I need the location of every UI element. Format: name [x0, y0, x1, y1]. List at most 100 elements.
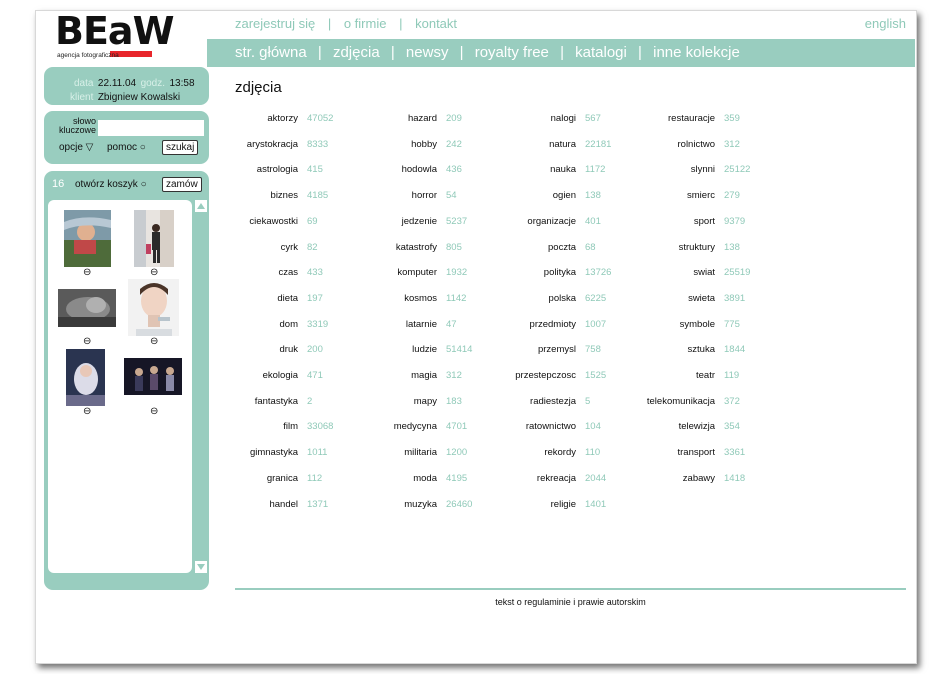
category-link[interactable]: ciekawostki — [198, 216, 298, 227]
category-link[interactable]: ludzie — [337, 344, 437, 355]
scroll-down-icon[interactable] — [195, 561, 207, 573]
nav-home[interactable]: str. główna — [235, 44, 307, 61]
category-count: 119 — [724, 370, 740, 381]
category-link[interactable]: restauracje — [615, 113, 715, 124]
nav-royalty-free[interactable]: royalty free — [475, 44, 549, 61]
category-link[interactable]: ogien — [476, 190, 576, 201]
order-button[interactable]: zamów — [162, 177, 202, 192]
category-link[interactable]: granica — [198, 473, 298, 484]
footer-terms-link[interactable]: tekst o regulaminie i prawie autorskim — [235, 597, 906, 607]
category-link[interactable]: rekreacja — [476, 473, 576, 484]
category-link[interactable]: handel — [198, 499, 298, 510]
category-link[interactable]: nalogi — [476, 113, 576, 124]
category-link[interactable]: aktorzy — [198, 113, 298, 124]
category-link[interactable]: nauka — [476, 164, 576, 175]
category-link[interactable]: zabawy — [615, 473, 715, 484]
keyword-label: słowo kluczowe — [58, 116, 96, 135]
category-count: 110 — [585, 447, 601, 459]
category-link[interactable]: mapy — [337, 396, 437, 407]
category-link[interactable]: smierc — [615, 190, 715, 201]
category-link[interactable]: natura — [476, 139, 576, 150]
category-link[interactable]: biznes — [198, 190, 298, 201]
category-link[interactable]: hazard — [337, 113, 437, 124]
category-link[interactable]: religie — [476, 499, 576, 510]
cart-thumbnail[interactable] — [58, 289, 116, 327]
cart-thumbnail[interactable] — [124, 358, 182, 395]
remove-icon[interactable]: ⊖ — [83, 336, 91, 347]
category-link[interactable]: dieta — [198, 293, 298, 304]
category-link[interactable]: poczta — [476, 242, 576, 253]
category-link[interactable]: latarnie — [337, 319, 437, 330]
category-link[interactable]: ratownictwo — [476, 421, 576, 432]
open-cart-link[interactable]: otwórz koszyk ○ — [75, 179, 147, 190]
category-link[interactable]: katastrofy — [337, 242, 437, 253]
category-link[interactable]: polityka — [476, 267, 576, 278]
category-link[interactable]: transport — [615, 447, 716, 458]
category-link[interactable]: czas — [198, 267, 298, 278]
link-register[interactable]: zarejestruj się — [235, 16, 315, 31]
category-link[interactable]: przestepczosc — [476, 370, 576, 381]
link-contact[interactable]: kontakt — [415, 16, 457, 31]
category-link[interactable]: kosmos — [337, 293, 437, 304]
nav-news[interactable]: newsy — [406, 44, 449, 61]
cart-thumbnail[interactable] — [134, 210, 174, 267]
category-link[interactable]: telekomunikacja — [615, 396, 715, 407]
category-link[interactable]: ekologia — [198, 370, 298, 381]
remove-icon[interactable]: ⊖ — [83, 267, 91, 278]
remove-icon[interactable]: ⊖ — [150, 406, 158, 417]
link-about[interactable]: o firmie — [344, 16, 387, 31]
category-link[interactable]: polska — [476, 293, 576, 304]
category-link[interactable]: organizacje — [476, 216, 576, 227]
search-button[interactable]: szukaj — [162, 140, 199, 155]
category-link[interactable]: struktury — [615, 242, 715, 253]
scroll-up-icon[interactable] — [195, 200, 207, 212]
category-link[interactable]: swieta — [615, 293, 715, 304]
category-link[interactable]: horror — [337, 190, 437, 201]
cart-thumbnail[interactable] — [66, 349, 105, 406]
category-count: 82 — [307, 241, 318, 253]
category-link[interactable]: teatr — [615, 370, 715, 381]
category-link[interactable]: astrologia — [198, 164, 298, 175]
cart-thumbnail[interactable] — [64, 210, 111, 267]
category-link[interactable]: komputer — [337, 267, 437, 278]
language-link[interactable]: english — [865, 16, 906, 31]
nav-photos[interactable]: zdjęcia — [333, 44, 380, 61]
category-link[interactable]: druk — [198, 344, 298, 355]
category-link[interactable]: magia — [337, 370, 437, 381]
category-link[interactable]: dom — [198, 319, 298, 330]
category-link[interactable]: film — [198, 421, 298, 432]
category-link[interactable]: sztuka — [615, 344, 715, 355]
nav-catalogs[interactable]: katalogi — [575, 44, 627, 61]
remove-icon[interactable]: ⊖ — [150, 267, 158, 278]
nav-other-collections[interactable]: inne kolekcje — [653, 44, 740, 61]
category-link[interactable]: sport — [615, 216, 715, 227]
category-link[interactable]: przemysl — [476, 344, 576, 355]
category-link[interactable]: przedmioty — [476, 319, 576, 330]
help-toggle[interactable]: pomoc ○ — [107, 142, 146, 153]
category-link[interactable]: arystokracja — [198, 139, 298, 150]
category-link[interactable]: symbole — [615, 319, 715, 330]
category-link[interactable]: gimnastyka — [198, 447, 298, 458]
category-link[interactable]: telewizja — [615, 421, 715, 432]
category-link[interactable]: moda — [337, 473, 437, 484]
category-link[interactable]: rekordy — [476, 447, 576, 458]
remove-icon[interactable]: ⊖ — [83, 406, 91, 417]
category-link[interactable]: hodowla — [337, 164, 437, 175]
remove-icon[interactable]: ⊖ — [150, 336, 158, 347]
category-link[interactable]: militaria — [337, 447, 437, 458]
cart-thumbnail[interactable] — [128, 279, 179, 336]
category-link[interactable]: hobby — [337, 139, 437, 150]
category-link[interactable]: rolnictwo — [615, 139, 716, 150]
category-link[interactable]: fantastyka — [198, 396, 298, 407]
category-link[interactable]: swiat — [615, 267, 715, 278]
category-link[interactable]: cyrk — [198, 242, 298, 253]
cart-scrollbar[interactable] — [195, 200, 207, 573]
logo[interactable]: BEaW agencja fotograficzna — [55, 9, 200, 62]
options-toggle[interactable]: opcje ▽ — [59, 142, 93, 153]
category-link[interactable]: slynni — [615, 164, 715, 175]
category-link[interactable]: radiestezja — [476, 396, 576, 407]
category-link[interactable]: jedzenie — [337, 216, 437, 227]
category-link[interactable]: muzyka — [337, 499, 437, 510]
keyword-input[interactable] — [98, 120, 204, 136]
category-link[interactable]: medycyna — [337, 421, 437, 432]
